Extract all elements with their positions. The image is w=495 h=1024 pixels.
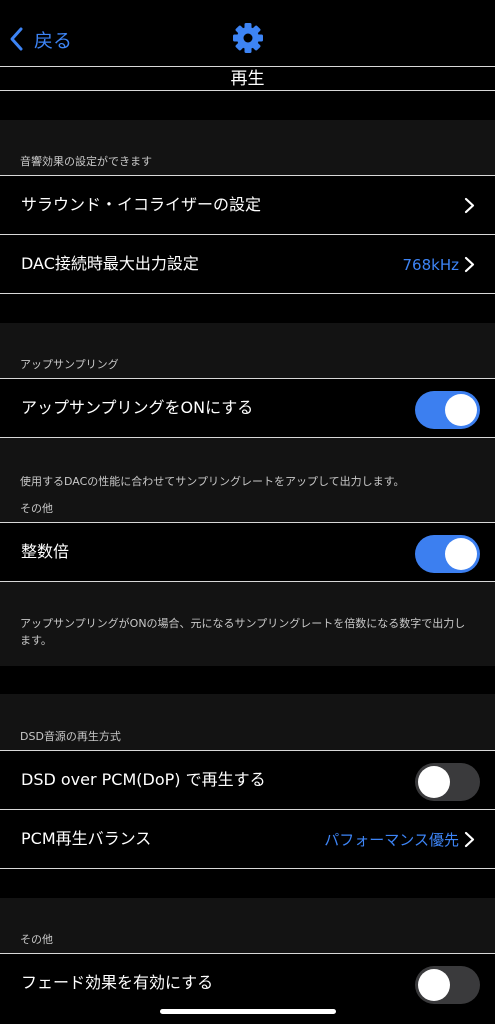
chevron-right-icon bbox=[464, 831, 475, 848]
surround-equalizer-row[interactable]: サラウンド・イコライザーの設定 bbox=[0, 175, 495, 235]
chevron-right-icon bbox=[464, 197, 475, 214]
integer-multiple-toggle[interactable] bbox=[415, 535, 480, 573]
row-label: DSD over PCM(DoP) で再生する bbox=[21, 770, 266, 789]
section-header-effects: 音響効果の設定ができます bbox=[0, 120, 495, 175]
back-label: 戻る bbox=[34, 29, 73, 52]
dsd-over-pcm-toggle[interactable] bbox=[415, 763, 480, 801]
integer-multiple-toggle-row: 整数倍 bbox=[0, 522, 495, 582]
section-caption: その他 bbox=[20, 502, 53, 515]
row-value: パフォーマンス優先 bbox=[324, 831, 459, 849]
fade-effect-toggle[interactable] bbox=[415, 966, 480, 1004]
home-indicator[interactable] bbox=[160, 1009, 336, 1014]
section-header-upsampling: アップサンプリング bbox=[0, 323, 495, 378]
row-label: PCM再生バランス bbox=[21, 829, 152, 848]
row-label: サラウンド・イコライザーの設定 bbox=[21, 195, 262, 214]
toggle-knob bbox=[418, 969, 450, 1001]
section-header-other: その他 bbox=[0, 898, 495, 953]
pcm-balance-row[interactable]: PCM再生バランス パフォーマンス優先 bbox=[0, 809, 495, 869]
section-footer-text: 使用するDACの性能に合わせてサンプリングレートをアップして出力します。 bbox=[20, 475, 405, 488]
section-caption: その他 bbox=[20, 933, 53, 946]
navigation-bar: 戻る bbox=[0, 0, 495, 66]
fade-effect-row: フェード効果を有効にする bbox=[0, 953, 495, 1013]
section-caption: DSD音源の再生方式 bbox=[20, 730, 121, 743]
upsampling-toggle[interactable] bbox=[415, 391, 480, 429]
section-header-dsd: DSD音源の再生方式 bbox=[0, 694, 495, 750]
row-label: アップサンプリングをONにする bbox=[21, 398, 254, 417]
back-button[interactable]: 戻る bbox=[8, 22, 72, 56]
chevron-left-icon bbox=[10, 27, 23, 51]
row-label: 整数倍 bbox=[21, 542, 70, 561]
title-bar: 再生 bbox=[0, 66, 495, 91]
row-value: 768kHz bbox=[402, 256, 459, 274]
toggle-knob bbox=[445, 538, 477, 570]
row-label: フェード効果を有効にする bbox=[21, 973, 214, 992]
dsd-over-pcm-row: DSD over PCM(DoP) で再生する bbox=[0, 750, 495, 810]
upsampling-toggle-row: アップサンプリングをONにする bbox=[0, 378, 495, 438]
section-caption: 音響効果の設定ができます bbox=[20, 155, 152, 168]
dac-max-output-row[interactable]: DAC接続時最大出力設定 768kHz bbox=[0, 234, 495, 294]
section-footer-text: アップサンプリングがONの場合、元になるサンプリングレートを倍数になる数字で出力… bbox=[20, 617, 466, 647]
toggle-knob bbox=[418, 766, 450, 798]
section-caption: アップサンプリング bbox=[20, 358, 119, 371]
row-label: DAC接続時最大出力設定 bbox=[21, 254, 199, 273]
toggle-knob bbox=[445, 394, 477, 426]
gear-icon[interactable] bbox=[232, 22, 264, 54]
section-footer-upsampling: 使用するDACの性能に合わせてサンプリングレートをアップして出力します。 その他 bbox=[0, 438, 495, 522]
section-footer-other: アップサンプリングがONの場合、元になるサンプリングレートを倍数になる数字で出力… bbox=[0, 582, 495, 666]
chevron-right-icon bbox=[464, 256, 475, 273]
page-title: 再生 bbox=[230, 69, 265, 89]
